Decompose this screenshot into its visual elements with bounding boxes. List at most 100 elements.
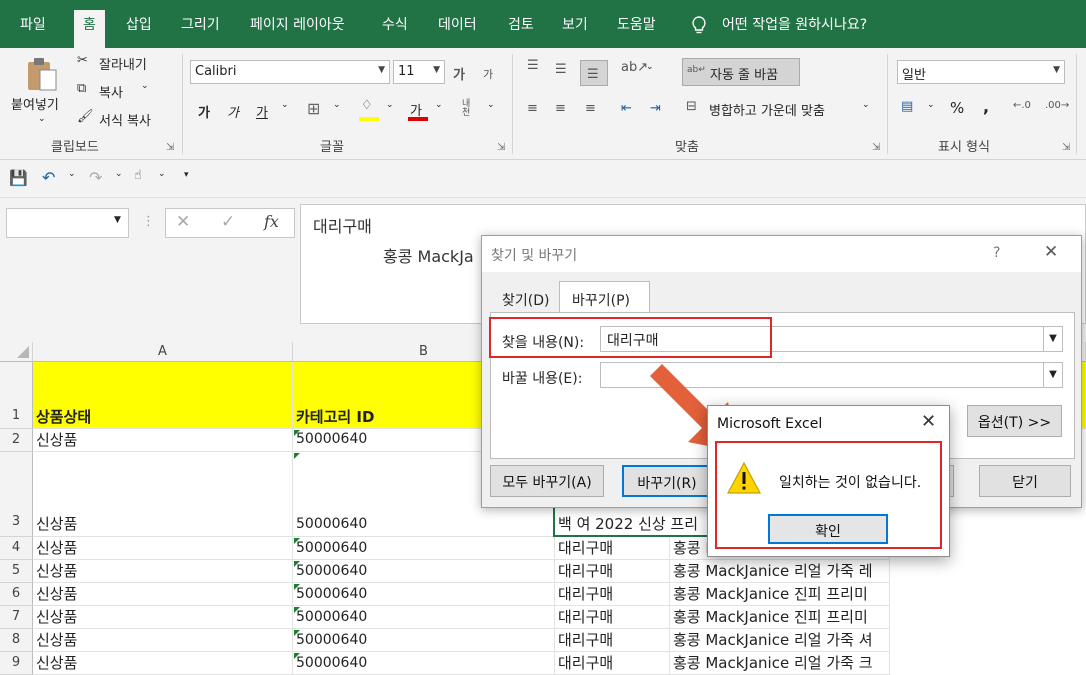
dialog-launcher-icon[interactable]: ⇲	[872, 142, 880, 153]
cell[interactable]: 홍콩 MackJanice 진피 프리미	[670, 606, 890, 629]
cell[interactable]: 홍콩 MackJanice 리얼 가죽 크	[670, 652, 890, 675]
cell[interactable]: 50000640	[293, 606, 555, 629]
increase-decimal-icon[interactable]: ←.0	[1013, 100, 1031, 111]
replace-all-button[interactable]: 모두 바꾸기(A)	[490, 465, 604, 497]
column-header-a[interactable]: A	[33, 342, 293, 362]
border-icon[interactable]: ⊞	[307, 99, 320, 118]
dialog-launcher-icon[interactable]: ⇲	[1062, 142, 1070, 153]
row-header[interactable]: 7	[0, 606, 33, 629]
decrease-indent-icon[interactable]: ⇤	[621, 101, 632, 116]
tab-home[interactable]: 홈	[74, 10, 105, 48]
copy-icon[interactable]: ⧉	[77, 81, 86, 96]
save-icon[interactable]: 💾	[9, 169, 28, 187]
scissors-icon[interactable]: ✂	[77, 53, 88, 68]
orientation-icon[interactable]: ab↗	[621, 60, 648, 75]
bold-button[interactable]: 가	[198, 102, 210, 121]
touch-mode-icon[interactable]: ☝	[134, 168, 142, 183]
cell[interactable]: 50000640	[293, 652, 555, 675]
cell[interactable]: 대리구매	[555, 537, 670, 560]
chevron-down-icon[interactable]: ▼	[1043, 326, 1063, 352]
cell[interactable]: 50000640	[293, 583, 555, 606]
enter-icon[interactable]: ✓	[221, 212, 235, 232]
row-header[interactable]: 1	[0, 362, 33, 429]
row-header[interactable]: 6	[0, 583, 33, 606]
chevron-down-icon[interactable]: ⌄	[38, 114, 46, 124]
copy-button[interactable]: 복사	[99, 82, 123, 101]
cell[interactable]: 신상품	[33, 560, 293, 583]
tab-insert[interactable]: 삽입	[126, 14, 152, 34]
percent-button[interactable]: %	[950, 99, 964, 117]
row-header[interactable]: 2	[0, 429, 33, 452]
row-header[interactable]: 4	[0, 537, 33, 560]
align-bottom-button[interactable]: ☰	[580, 60, 608, 86]
cell[interactable]: 신상품	[33, 429, 293, 452]
paste-button[interactable]: 붙여넣기	[11, 94, 59, 113]
tab-page-layout[interactable]: 페이지 레이아웃	[250, 14, 345, 34]
help-button[interactable]: ?	[993, 245, 1000, 261]
tab-view[interactable]: 보기	[562, 14, 588, 34]
tab-formulas[interactable]: 수식	[382, 14, 408, 34]
cell[interactable]: 신상품	[33, 606, 293, 629]
cell[interactable]: 50000640	[293, 537, 555, 560]
chevron-down-icon[interactable]: ⌄	[141, 81, 149, 91]
tab-replace[interactable]: 바꾸기(P)	[559, 281, 650, 313]
chevron-down-icon[interactable]: ▼	[1043, 362, 1063, 388]
tab-draw[interactable]: 그리기	[181, 14, 220, 34]
cell[interactable]: 신상품	[33, 629, 293, 652]
header-cell[interactable]: 상품상태	[33, 362, 293, 429]
cell[interactable]: 50000640	[293, 560, 555, 583]
active-cell[interactable]: 백 여 2022 신상 프리	[553, 506, 713, 537]
tell-me-search[interactable]: 어떤 작업을 원하시나요?	[722, 14, 867, 34]
cell[interactable]: 대리구매	[555, 560, 670, 583]
comma-button[interactable]: ,	[983, 97, 989, 116]
underline-button[interactable]: 가	[256, 102, 268, 121]
align-top-icon[interactable]: ☰	[527, 58, 539, 73]
redo-icon[interactable]: ↷	[89, 168, 102, 187]
cell[interactable]: 대리구매	[555, 652, 670, 675]
tab-data[interactable]: 데이터	[438, 14, 477, 34]
dialog-launcher-icon[interactable]: ⇲	[166, 142, 174, 153]
close-button[interactable]: 닫기	[979, 465, 1071, 497]
close-icon[interactable]: ✕	[921, 411, 936, 432]
cell[interactable]: 대리구매	[555, 606, 670, 629]
cut-button[interactable]: 잘라내기	[99, 54, 147, 73]
cell[interactable]: 신상품	[33, 652, 293, 675]
tab-find[interactable]: 찾기(D)	[502, 290, 549, 310]
row-header[interactable]: 3	[0, 452, 33, 537]
fill-color-icon[interactable]: ♢	[361, 98, 373, 113]
align-left-icon[interactable]: ≡	[527, 101, 538, 116]
chevron-down-icon[interactable]: ⌄	[862, 100, 870, 110]
shrink-font-button[interactable]: 가	[483, 66, 493, 82]
replace-button[interactable]: 바꾸기(R)	[622, 465, 712, 497]
align-right-icon[interactable]: ≡	[585, 101, 596, 116]
chevron-down-icon[interactable]: ⌄	[487, 100, 495, 110]
cell[interactable]: 신상품	[33, 583, 293, 606]
grow-font-button[interactable]: 가	[453, 64, 465, 83]
font-name-select[interactable]: Calibri ▼	[190, 60, 390, 84]
cell[interactable]: 신상품	[33, 537, 293, 560]
chevron-down-icon[interactable]: ⌄	[68, 169, 76, 179]
options-button[interactable]: 옵션(T) >>	[967, 405, 1062, 437]
close-icon[interactable]: ✕	[1044, 242, 1058, 262]
tab-help[interactable]: 도움말	[617, 14, 656, 34]
undo-icon[interactable]: ↶	[42, 168, 55, 187]
tab-review[interactable]: 검토	[508, 14, 534, 34]
wrap-text-button[interactable]: ab↵ 자동 줄 바꿈	[682, 58, 800, 86]
cell[interactable]: 홍콩 MackJanice 리얼 가죽 셔	[670, 629, 890, 652]
chevron-down-icon[interactable]: ⌄	[281, 100, 289, 110]
italic-button[interactable]: 가	[227, 102, 239, 121]
chevron-down-icon[interactable]: ⌄	[158, 169, 166, 179]
paste-icon[interactable]	[26, 56, 58, 92]
chevron-down-icon[interactable]: ⌄	[333, 100, 341, 110]
tab-file[interactable]: 파일	[20, 14, 46, 34]
decrease-decimal-icon[interactable]: .00→	[1045, 100, 1069, 111]
chevron-down-icon[interactable]: ⌄	[386, 100, 394, 110]
format-painter-icon[interactable]: 🖌	[77, 109, 94, 124]
align-middle-icon[interactable]: ☰	[555, 62, 567, 77]
font-size-select[interactable]: 11 ▼	[393, 60, 445, 84]
currency-icon[interactable]: ▤	[901, 99, 913, 114]
cell[interactable]: 대리구매	[555, 583, 670, 606]
increase-indent-icon[interactable]: ⇥	[650, 101, 661, 116]
cell[interactable]: 홍콩 MackJanice 진피 프리미	[670, 583, 890, 606]
format-painter-button[interactable]: 서식 복사	[99, 110, 151, 129]
